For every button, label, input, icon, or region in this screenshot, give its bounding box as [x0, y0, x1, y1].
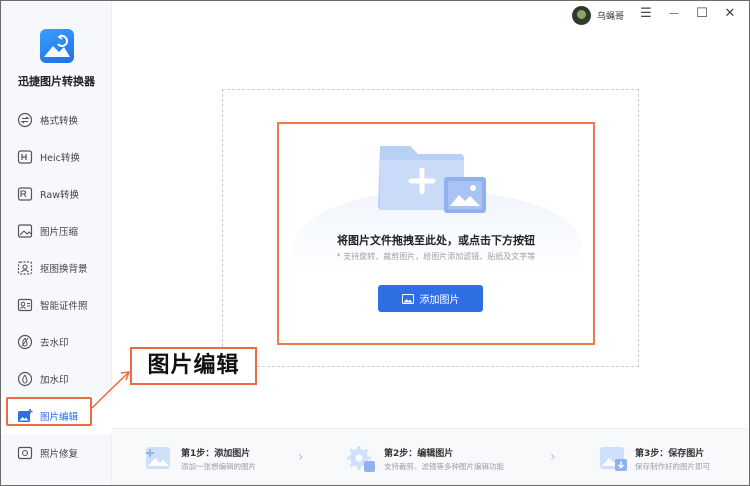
steps-bar: 第1步：添加图片 添加一张想编辑的图片 › 第2步：编辑图片 支持裁剪、滤镜等多…: [112, 428, 749, 485]
step-1-desc: 添加一张想编辑的图片: [181, 462, 256, 471]
title-bar: 乌蝇哥 ☰ — ☐ ✕: [112, 1, 749, 29]
avatar[interactable]: [572, 6, 591, 25]
add-image-button[interactable]: 添加图片: [378, 285, 483, 312]
format-convert-icon: [17, 112, 33, 127]
id-photo-icon: [17, 298, 33, 311]
sidebar-item-remove-watermark[interactable]: 去水印: [1, 323, 112, 360]
sidebar-item-label: 格式转换: [40, 115, 79, 127]
app-name: 迅捷图片转换器: [18, 75, 95, 88]
step-3-desc: 保存制作好的图片即可: [635, 462, 710, 471]
step-3-title: 第3步：保存图片: [635, 449, 705, 459]
maximize-button[interactable]: ☐: [693, 5, 711, 23]
sidebar-item-compress[interactable]: 图片压缩: [1, 212, 112, 249]
add-image-button-label: 添加图片: [419, 295, 460, 306]
menu-icon[interactable]: ☰: [637, 5, 655, 23]
raw-icon: [17, 186, 33, 201]
chevron-right-icon: ›: [550, 449, 556, 465]
sidebar-item-label: 图片压缩: [40, 226, 79, 238]
chevron-right-icon: ›: [298, 449, 304, 465]
minimize-button[interactable]: —: [665, 5, 683, 23]
sidebar-item-label: Raw转换: [40, 189, 79, 201]
sidebar-item-format-convert[interactable]: 格式转换: [1, 101, 112, 138]
sidebar-item-label: Heic转换: [40, 152, 80, 164]
step-1-title: 第1步：添加图片: [181, 449, 251, 459]
heic-icon: [17, 149, 33, 164]
app-logo-icon: [40, 29, 74, 63]
sidebar-item-photo-repair[interactable]: 照片修复: [1, 434, 112, 471]
folder-add-image-icon: [378, 146, 486, 213]
step-save-image-icon: [600, 447, 627, 471]
step-edit-gear-icon: [347, 446, 375, 472]
drop-zone-hint: * 支持旋转、裁剪图片，给图片添加滤镜、贴纸及文字等: [336, 252, 536, 261]
sidebar-item-cutout[interactable]: 抠图换背景: [1, 249, 112, 286]
sidebar-item-add-watermark[interactable]: 加水印: [1, 360, 112, 397]
drop-zone-title: 将图片文件拖拽至此处，或点击下方按钮: [337, 234, 535, 247]
active-item-highlight-box: [6, 397, 92, 426]
feature-callout-label: 图片编辑: [130, 347, 257, 385]
cutout-icon: [17, 260, 33, 275]
sidebar-item-label: 去水印: [40, 337, 69, 349]
sidebar-item-heic[interactable]: Heic转换: [1, 138, 112, 175]
remove-watermark-icon: [17, 334, 33, 349]
compress-icon: [17, 223, 33, 238]
sidebar-item-id-photo[interactable]: 智能证件照: [1, 286, 112, 323]
step-2-desc: 支持裁剪、滤镜等多种图片编辑功能: [384, 462, 504, 471]
sidebar-item-label: 照片修复: [40, 448, 79, 460]
image-icon: [401, 293, 414, 304]
sidebar-item-raw[interactable]: Raw转换: [1, 175, 112, 212]
add-watermark-icon: [17, 371, 33, 386]
photo-repair-icon: [17, 446, 33, 459]
close-button[interactable]: ✕: [721, 5, 739, 23]
sidebar: 迅捷图片转换器 格式转换 Heic转换 Raw转换 图片压缩 抠图换背景 智能证…: [1, 1, 112, 485]
sidebar-item-label: 抠图换背景: [40, 263, 88, 275]
username[interactable]: 乌蝇哥: [597, 9, 624, 22]
step-add-image-icon: [146, 447, 170, 469]
sidebar-item-label: 加水印: [40, 374, 69, 386]
step-2-title: 第2步：编辑图片: [384, 449, 454, 459]
sidebar-item-label: 智能证件照: [40, 300, 88, 312]
